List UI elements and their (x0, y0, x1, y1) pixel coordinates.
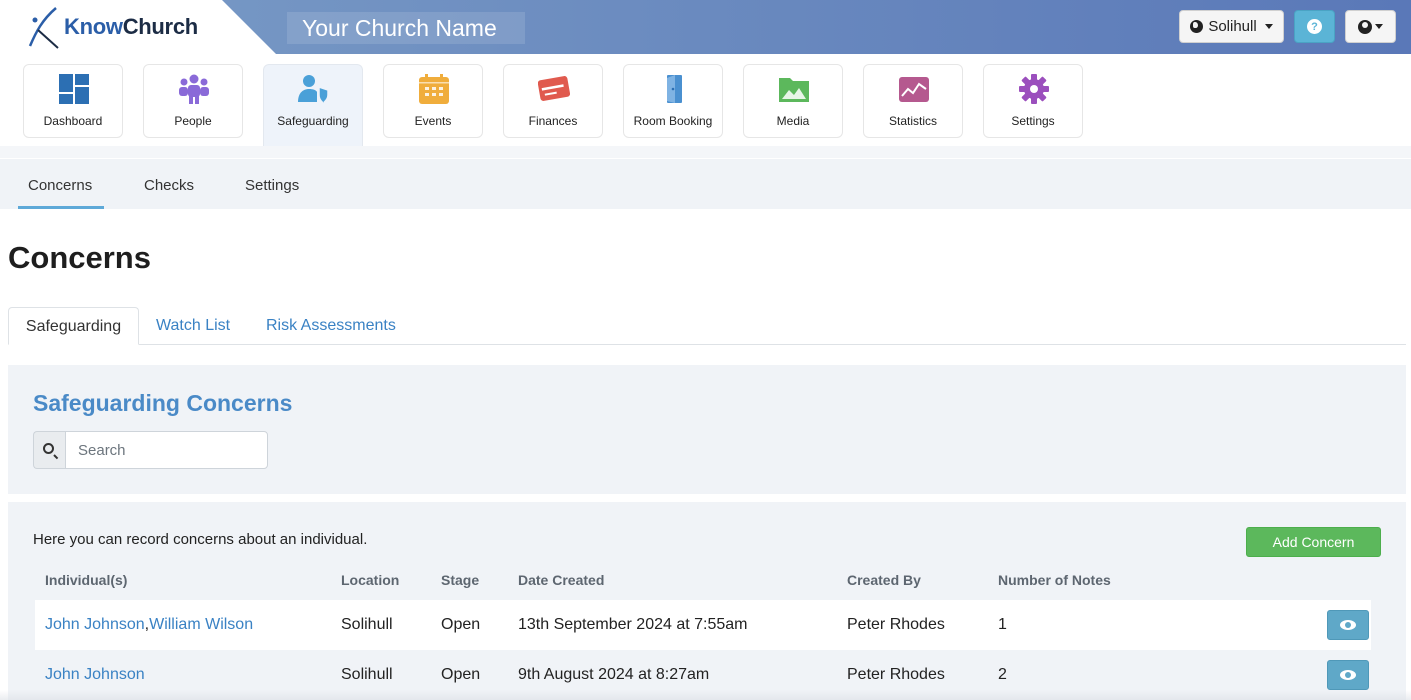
column-header-number-of-notes[interactable]: Number of Notes (998, 572, 1111, 588)
caret-down-icon (1264, 24, 1273, 29)
tab-risk-assessments[interactable]: Risk Assessments (266, 307, 396, 345)
cell-notes: 2 (998, 666, 1007, 683)
cell-notes: 1 (998, 616, 1007, 633)
view-button[interactable] (1327, 610, 1369, 640)
subnav-item-checks[interactable]: Checks (144, 177, 194, 194)
column-header-location[interactable]: Location (341, 572, 399, 588)
bottom-fade (0, 690, 1411, 700)
user-circle-icon (1358, 19, 1372, 34)
table-row: John Johnson,William Wilson Solihull Ope… (35, 600, 1371, 650)
caret-down-icon (1375, 24, 1383, 29)
credit-card-icon (538, 76, 570, 101)
module-nav: Dashboard People Safeguarding Events Fin… (0, 54, 1411, 146)
location-label: Solihull (1208, 18, 1257, 35)
folder-image-icon (779, 78, 809, 102)
cell-stage: Open (441, 616, 481, 633)
user-menu-button[interactable] (1345, 10, 1396, 43)
gear-icon (1019, 74, 1049, 104)
module-label: Finances (528, 114, 578, 128)
search-panel: Safeguarding Concerns (8, 365, 1406, 494)
chart-line-icon (899, 77, 929, 102)
tab-safeguarding[interactable]: Safeguarding (8, 307, 139, 345)
logo-mark-icon (28, 7, 59, 49)
module-label: Media (776, 114, 810, 128)
intro-text: Here you can record concerns about an in… (33, 531, 368, 548)
subnav-item-settings[interactable]: Settings (245, 177, 299, 194)
cell-created-by: Peter Rhodes (847, 666, 945, 683)
cell-location: Solihull (341, 616, 393, 633)
search-group (33, 431, 268, 469)
cell-date-created: 9th August 2024 at 8:27am (518, 666, 710, 683)
nav-separator (0, 146, 1411, 158)
location-dropdown-button[interactable]: Solihull (1179, 10, 1284, 43)
dashboard-icon (59, 74, 89, 104)
concerns-panel: Here you can record concerns about an in… (8, 502, 1406, 700)
cell-location: Solihull (341, 666, 393, 683)
module-label: People (174, 114, 212, 128)
eye-icon (1340, 620, 1356, 630)
module-settings[interactable]: Settings (983, 64, 1083, 138)
subnav-item-concerns[interactable]: Concerns (28, 177, 92, 194)
people-icon (179, 74, 209, 104)
cell-created-by: Peter Rhodes (847, 616, 945, 633)
help-button[interactable]: ? (1294, 10, 1335, 43)
module-label: Settings (1011, 114, 1055, 128)
safeguarding-icon (298, 75, 329, 104)
page-title: Concerns (8, 240, 151, 275)
module-media[interactable]: Media (743, 64, 843, 138)
column-header-date-created[interactable]: Date Created (518, 572, 604, 588)
cell-date-created: 13th September 2024 at 7:55am (518, 616, 748, 633)
globe-icon (1190, 20, 1204, 33)
calendar-icon (419, 74, 449, 104)
module-finances[interactable]: Finances (503, 64, 603, 138)
individual-link[interactable]: John Johnson (45, 616, 145, 633)
individual-link[interactable]: William Wilson (149, 616, 253, 633)
search-input[interactable] (65, 431, 268, 469)
individual-link[interactable]: John Johnson (45, 666, 145, 683)
module-label: Events (414, 114, 452, 128)
search-icon (33, 431, 65, 469)
subnav-active-indicator (18, 206, 104, 209)
column-header-created-by[interactable]: Created By (847, 572, 921, 588)
cell-individuals: John Johnson,William Wilson (45, 616, 254, 633)
church-name[interactable]: Your Church Name (287, 12, 525, 44)
module-statistics[interactable]: Statistics (863, 64, 963, 138)
question-icon: ? (1307, 19, 1322, 34)
module-label: Safeguarding (277, 114, 349, 128)
module-dashboard[interactable]: Dashboard (23, 64, 123, 138)
tab-watch-list[interactable]: Watch List (156, 307, 230, 345)
module-room-booking[interactable]: Room Booking (623, 64, 723, 138)
sub-nav: Concerns Checks Settings (0, 159, 1411, 209)
module-label: Statistics (888, 114, 937, 128)
eye-icon (1340, 670, 1356, 680)
panel-title: Safeguarding Concerns (33, 390, 293, 416)
module-people[interactable]: People (143, 64, 243, 138)
add-concern-button[interactable]: Add Concern (1246, 527, 1381, 557)
column-header-stage[interactable]: Stage (441, 572, 479, 588)
logo[interactable]: KnowChurch (0, 0, 276, 54)
module-label: Room Booking (633, 114, 713, 128)
cell-individuals: John Johnson (45, 666, 145, 684)
door-icon (667, 75, 682, 103)
top-header: KnowChurch Your Church Name Solihull ? (0, 0, 1411, 54)
column-header-individuals[interactable]: Individual(s) (45, 572, 127, 588)
logo-church: Church (122, 14, 199, 39)
logo-text: KnowChurch (64, 14, 198, 40)
view-button[interactable] (1327, 660, 1369, 690)
cell-stage: Open (441, 666, 481, 683)
module-safeguarding[interactable]: Safeguarding (263, 64, 363, 146)
module-events[interactable]: Events (383, 64, 483, 138)
module-label: Dashboard (43, 114, 103, 128)
logo-know: Know (64, 14, 123, 39)
